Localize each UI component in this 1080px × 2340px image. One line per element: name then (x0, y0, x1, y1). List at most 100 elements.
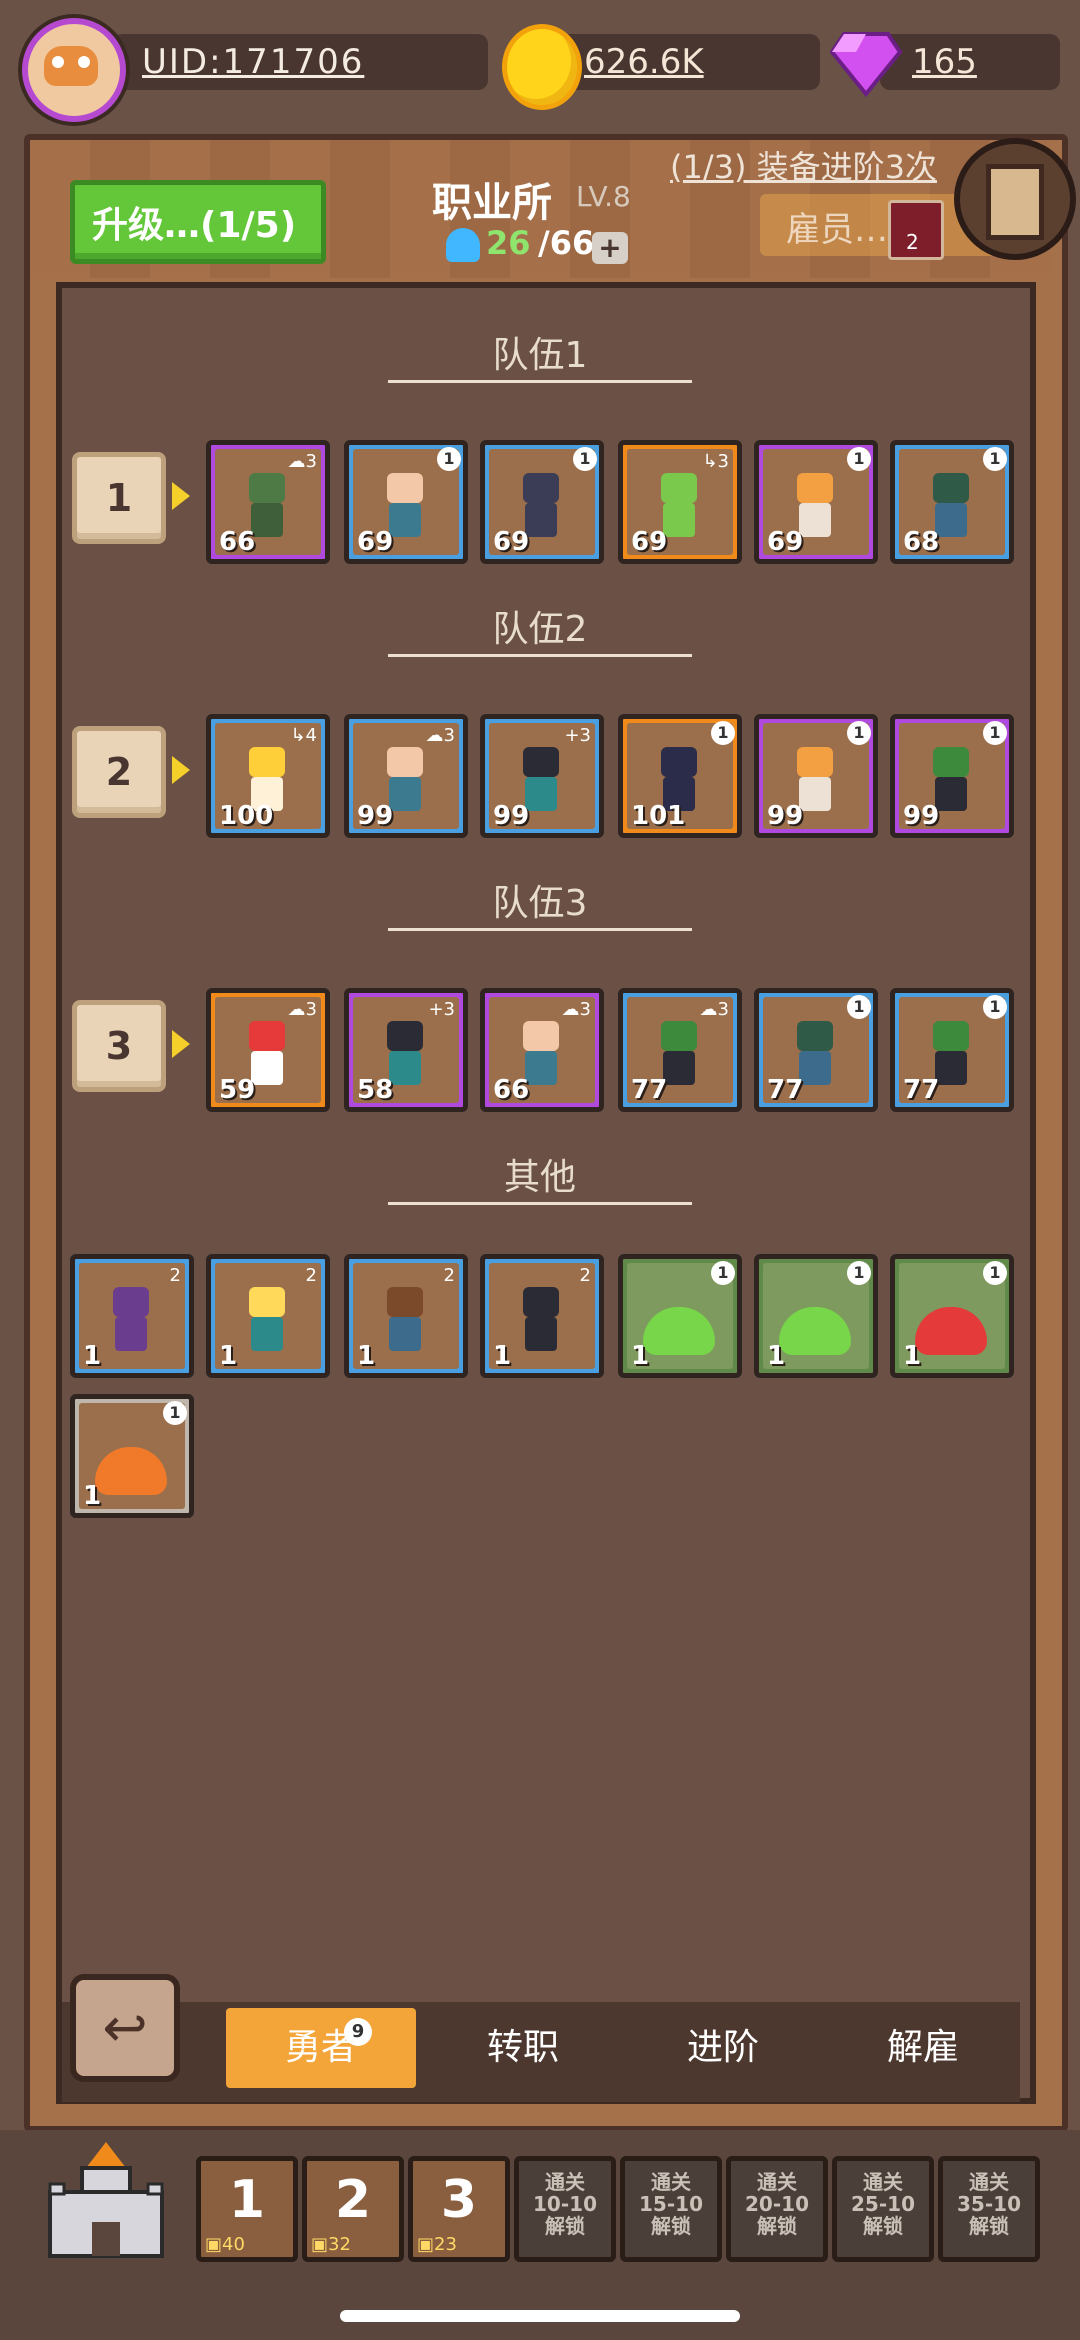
hero-card[interactable]: 12 (70, 1254, 194, 1378)
quest-text[interactable]: (1/3) 装备进阶3次 (670, 142, 937, 188)
skill-tag: ↳4 (290, 725, 317, 746)
equip-count-badge: 1 (847, 1261, 871, 1285)
hero-card[interactable]: 77 ☁3 (618, 988, 742, 1112)
tab-advance[interactable]: 进阶 (628, 2008, 818, 2088)
hero-level: 77 (631, 1075, 668, 1105)
locked-stage[interactable]: 通关 35-10 解锁 (938, 2156, 1040, 2262)
team-number-button[interactable]: 3 (72, 1000, 166, 1092)
building-level: LV.8 (576, 180, 631, 213)
stage-button[interactable]: 1 ▣40 (196, 2156, 298, 2262)
hero-level: 58 (357, 1075, 394, 1105)
locked-stage[interactable]: 通关 25-10 解锁 (832, 2156, 934, 2262)
stage-number: 1 (228, 2170, 266, 2230)
gold-amount: 626.6K (584, 42, 704, 82)
hero-card[interactable]: 99 +3 (480, 714, 604, 838)
hero-level: 68 (903, 527, 940, 557)
divider (388, 1202, 692, 1205)
scroll-quest-button[interactable] (954, 138, 1076, 260)
hero-card[interactable]: 69 1 (344, 440, 468, 564)
skill-tag: 2 (579, 1265, 591, 1286)
tab-dismiss[interactable]: 解雇 (828, 2008, 1018, 2088)
hero-level: 77 (903, 1075, 940, 1105)
equip-count-badge: 1 (983, 721, 1007, 745)
team-title: 队伍2 (492, 609, 588, 650)
player-avatar[interactable] (22, 18, 126, 122)
divider (388, 380, 692, 383)
hero-card[interactable]: 69 ↳3 (618, 440, 742, 564)
equip-count-badge: 1 (983, 995, 1007, 1019)
locked-stage[interactable]: 通关 20-10 解锁 (726, 2156, 828, 2262)
equip-count-badge: 1 (847, 995, 871, 1019)
gem-amount: 165 (912, 42, 977, 82)
hero-card[interactable]: 69 1 (480, 440, 604, 564)
hero-level: 99 (767, 801, 804, 831)
hero-level: 99 (493, 801, 530, 831)
equip-count-badge: 1 (847, 447, 871, 471)
scroll-icon (986, 164, 1044, 240)
castle-icon[interactable] (44, 2142, 168, 2260)
hero-sprite (377, 1281, 433, 1355)
team-title: 队伍3 (492, 883, 588, 924)
skill-tag: ☁3 (287, 999, 317, 1020)
back-button[interactable]: ↩ (70, 1974, 180, 2082)
equip-count-badge: 1 (711, 1261, 735, 1285)
unlock-requirement: 通关 15-10 解锁 (639, 2170, 703, 2238)
tab-hero[interactable]: 勇者 (226, 2008, 416, 2088)
stage-button[interactable]: 2 ▣32 (302, 2156, 404, 2262)
skill-tag: 2 (169, 1265, 181, 1286)
population-icon (446, 228, 480, 262)
hire-tab-label: 雇员… (786, 210, 888, 250)
equip-count-badge: 1 (437, 447, 461, 471)
team-number-button[interactable]: 2 (72, 726, 166, 818)
team-number-button[interactable]: 1 (72, 452, 166, 544)
gem-icon (830, 32, 902, 98)
arrow-right-icon (172, 756, 190, 784)
hero-card[interactable]: 59 ☁3 (206, 988, 330, 1112)
hero-card[interactable]: 68 1 (890, 440, 1014, 564)
hero-card[interactable]: 12 (480, 1254, 604, 1378)
hero-card[interactable]: 12 (344, 1254, 468, 1378)
hero-card[interactable]: 99 ☁3 (344, 714, 468, 838)
hero-level: 1 (493, 1341, 512, 1371)
locked-stage[interactable]: 通关 15-10 解锁 (620, 2156, 722, 2262)
hero-sprite (513, 1281, 569, 1355)
hero-level: 1 (903, 1341, 922, 1371)
slime-card[interactable]: 11 (70, 1394, 194, 1518)
skill-tag: 2 (305, 1265, 317, 1286)
page-title: 职业所 (432, 180, 552, 226)
home-indicator[interactable] (340, 2310, 740, 2322)
hero-count-badge: 9 (344, 2018, 372, 2046)
hero-card[interactable]: 12 (206, 1254, 330, 1378)
hero-card[interactable]: 77 1 (754, 988, 878, 1112)
equip-count-badge: 1 (983, 1261, 1007, 1285)
add-population-button[interactable]: + (592, 232, 628, 264)
unlock-requirement: 通关 20-10 解锁 (745, 2170, 809, 2238)
hero-card[interactable]: 66 ☁3 (206, 440, 330, 564)
population-current: 26 (486, 224, 531, 262)
skill-tag: ☁3 (699, 999, 729, 1020)
slime-card[interactable]: 11 (890, 1254, 1014, 1378)
unlock-requirement: 通关 10-10 解锁 (533, 2170, 597, 2238)
hero-card[interactable]: 99 1 (890, 714, 1014, 838)
hero-card[interactable]: 66 ☁3 (480, 988, 604, 1112)
uid-text: UID:171706 (142, 42, 365, 82)
hero-sprite (239, 1281, 295, 1355)
hero-card[interactable]: 58 +3 (344, 988, 468, 1112)
skill-tag: +3 (564, 725, 591, 746)
equip-count-badge: 1 (847, 721, 871, 745)
population-max: /66 (538, 224, 595, 262)
slime-card[interactable]: 11 (618, 1254, 742, 1378)
hero-card[interactable]: 101 1 (618, 714, 742, 838)
slime-card[interactable]: 11 (754, 1254, 878, 1378)
arrow-right-icon (172, 482, 190, 510)
hero-card[interactable]: 100 ↳4 (206, 714, 330, 838)
hero-level: 1 (219, 1341, 238, 1371)
hero-card[interactable]: 77 1 (890, 988, 1014, 1112)
unlock-requirement: 通关 25-10 解锁 (851, 2170, 915, 2238)
locked-stage[interactable]: 通关 10-10 解锁 (514, 2156, 616, 2262)
stage-button[interactable]: 3 ▣23 (408, 2156, 510, 2262)
tab-promote[interactable]: 转职 (428, 2008, 618, 2088)
hero-card[interactable]: 99 1 (754, 714, 878, 838)
hero-card[interactable]: 69 1 (754, 440, 878, 564)
skill-tag: ☁3 (561, 999, 591, 1020)
